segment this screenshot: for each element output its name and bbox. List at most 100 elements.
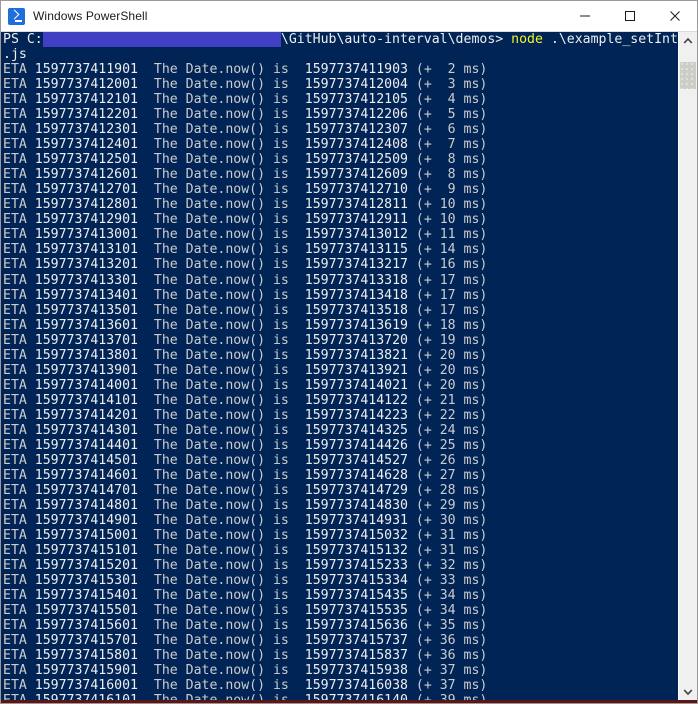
output-line: ETA 1597737412001 The Date.now() is 1597… — [1, 77, 678, 92]
output-separator — [138, 633, 154, 648]
output-eta-value: 1597737414101 — [34, 392, 138, 408]
output-line: ETA 1597737412601 The Date.now() is 1597… — [1, 167, 678, 182]
output-line: ETA 1597737413701 The Date.now() is 1597… — [1, 333, 678, 348]
output-separator-2 — [289, 588, 305, 603]
output-now-value: 1597737415132 — [304, 543, 408, 559]
output-middle-label: The Date.now() is — [153, 437, 289, 453]
output-separator — [138, 483, 154, 498]
output-eta-value: 1597737415601 — [34, 618, 138, 634]
output-eta-value: 1597737412401 — [34, 137, 138, 153]
output-delta: (+ 18 ms) — [407, 317, 488, 333]
output-eta-value: 1597737414301 — [34, 422, 138, 438]
output-delta: (+ 17 ms) — [407, 272, 488, 288]
scrollbar-track[interactable] — [679, 49, 697, 683]
output-line: ETA 1597737413501 The Date.now() is 1597… — [1, 303, 678, 318]
output-eta-value: 1597737413301 — [34, 272, 138, 288]
output-now-value: 1597737414729 — [304, 482, 408, 498]
output-line: ETA 1597737412101 The Date.now() is 1597… — [1, 92, 678, 107]
maximize-button[interactable] — [607, 1, 652, 31]
output-separator-2 — [289, 242, 305, 257]
redacted-path-block — [42, 32, 281, 48]
scrollbar-thumb[interactable] — [680, 62, 696, 89]
console-area[interactable]: PS C: \GitHub\auto-interval\demos> node … — [1, 32, 697, 700]
output-now-value: 1597737416140 — [305, 693, 408, 700]
output-delta: (+ 34 ms) — [407, 588, 488, 604]
close-button[interactable] — [652, 1, 697, 31]
output-eta-label: ETA — [3, 197, 35, 213]
output-eta-value: 1597737411901 — [34, 62, 138, 78]
output-separator — [138, 333, 154, 348]
output-middle-label: The Date.now() is — [153, 543, 289, 559]
output-eta-label: ETA — [3, 122, 35, 138]
output-eta-label: ETA — [3, 92, 35, 108]
output-now-value: 1597737413217 — [304, 257, 408, 273]
output-delta: (+ 24 ms) — [407, 422, 488, 438]
output-separator — [138, 693, 154, 700]
output-line: ETA 1597737415501 The Date.now() is 1597… — [1, 603, 678, 618]
output-separator — [138, 498, 154, 513]
output-eta-value: 1597737414701 — [34, 482, 138, 498]
output-now-value: 1597737415535 — [304, 603, 408, 619]
output-separator — [138, 528, 154, 543]
output-eta-label: ETA — [3, 633, 35, 649]
output-separator — [138, 167, 154, 182]
output-now-value: 1597737412609 — [304, 167, 408, 183]
output-line: ETA 1597737413601 The Date.now() is 1597… — [1, 318, 678, 333]
output-now-value: 1597737414122 — [304, 392, 408, 408]
output-eta-label: ETA — [3, 588, 35, 604]
output-eta-label: ETA — [3, 452, 35, 468]
output-delta: (+ 20 ms) — [407, 377, 488, 393]
output-line: ETA 1597737413101 The Date.now() is 1597… — [1, 242, 678, 257]
output-separator — [138, 513, 154, 528]
scroll-up-button[interactable] — [679, 32, 697, 49]
output-delta: (+ 31 ms) — [407, 528, 488, 544]
output-line: ETA 1597737416101 The Date.now() is 1597… — [1, 693, 678, 700]
output-line: ETA 1597737412301 The Date.now() is 1597… — [1, 122, 678, 137]
output-now-value: 1597737414527 — [304, 452, 408, 468]
output-eta-label: ETA — [3, 377, 35, 393]
output-middle-label: The Date.now() is — [153, 633, 289, 649]
output-now-value: 1597737415636 — [304, 618, 408, 634]
output-eta-label: ETA — [3, 497, 35, 513]
output-eta-label: ETA — [3, 482, 35, 498]
output-now-value: 1597737414223 — [304, 407, 408, 423]
output-delta: (+ 37 ms) — [407, 663, 488, 679]
output-eta-value: 1597737415501 — [34, 603, 138, 619]
output-line: ETA 1597737412701 The Date.now() is 1597… — [1, 182, 678, 197]
output-now-value: 1597737412911 — [304, 212, 408, 228]
output-delta: (+ 7 ms) — [407, 137, 488, 153]
window-controls — [562, 1, 697, 31]
output-delta: (+ 4 ms) — [407, 92, 488, 108]
output-middle-label: The Date.now() is — [153, 107, 289, 123]
output-separator-2 — [289, 633, 305, 648]
output-separator — [138, 152, 154, 167]
title-bar[interactable]: Windows PowerShell — [1, 1, 697, 32]
output-delta: (+ 32 ms) — [407, 558, 488, 574]
output-separator-2 — [289, 303, 305, 318]
output-middle-label: The Date.now() is — [153, 528, 289, 544]
output-eta-value: 1597737412601 — [34, 167, 138, 183]
output-delta: (+ 35 ms) — [407, 618, 488, 634]
output-eta-value: 1597737413401 — [34, 287, 138, 303]
output-delta: (+ 39 ms) — [408, 693, 487, 700]
minimize-button[interactable] — [562, 1, 607, 31]
output-separator — [138, 197, 154, 212]
output-separator-2 — [289, 62, 305, 77]
output-line: ETA 1597737415201 The Date.now() is 1597… — [1, 558, 678, 573]
vertical-scrollbar[interactable] — [678, 32, 697, 700]
output-middle-label: The Date.now() is — [153, 242, 289, 258]
output-delta: (+ 31 ms) — [407, 543, 488, 559]
output-middle-label: The Date.now() is — [153, 212, 289, 228]
output-line: ETA 1597737412501 The Date.now() is 1597… — [1, 152, 678, 167]
output-delta: (+ 20 ms) — [407, 362, 488, 378]
output-line: ETA 1597737413901 The Date.now() is 1597… — [1, 363, 678, 378]
output-now-value: 1597737415233 — [304, 558, 408, 574]
output-eta-label: ETA — [3, 107, 35, 123]
console-output[interactable]: PS C: \GitHub\auto-interval\demos> node … — [1, 32, 678, 700]
scroll-down-button[interactable] — [679, 683, 697, 700]
output-separator-2 — [289, 77, 305, 92]
output-line: ETA 1597737412201 The Date.now() is 1597… — [1, 107, 678, 122]
output-middle-label: The Date.now() is — [154, 693, 289, 700]
output-delta: (+ 5 ms) — [407, 107, 488, 123]
output-now-value: 1597737413921 — [304, 362, 408, 378]
